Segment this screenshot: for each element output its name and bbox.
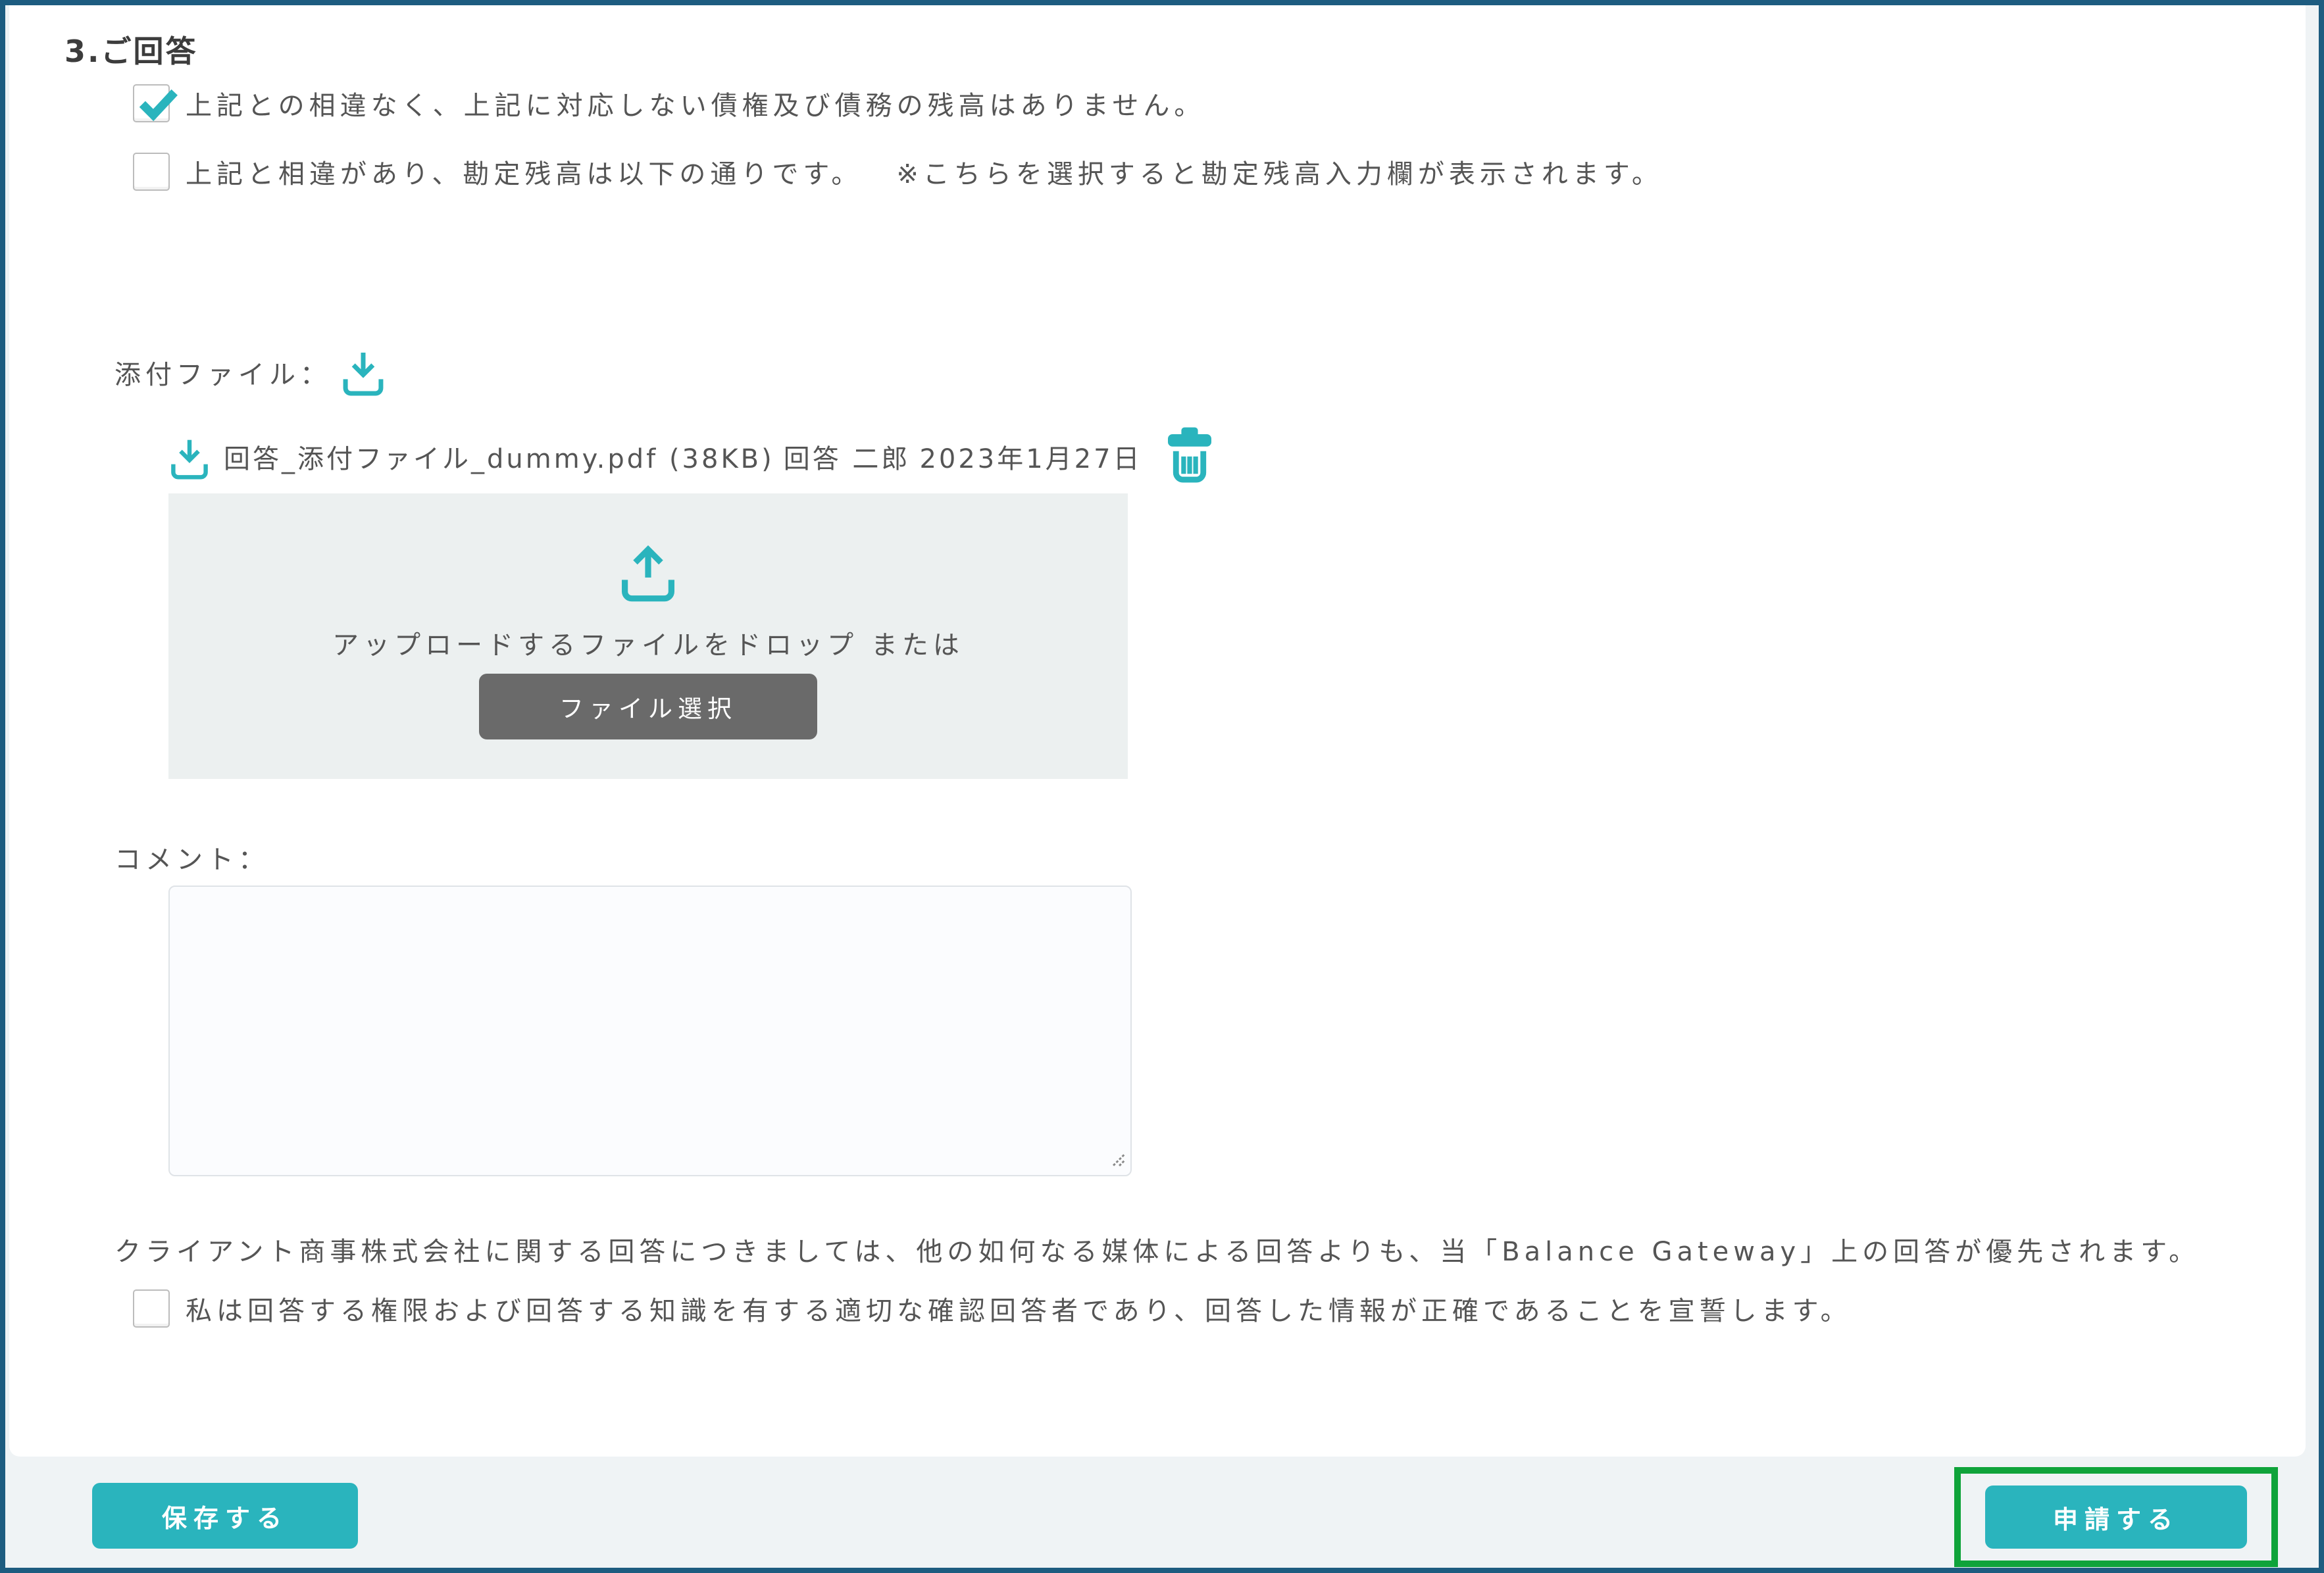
response-page: 3.ご回答 上記との相違なく、上記に対応しない債権及び債務の残高はありません。 … bbox=[0, 0, 2324, 1573]
checkmark-icon bbox=[137, 84, 178, 122]
download-all-icon[interactable] bbox=[340, 347, 386, 401]
file-select-button[interactable]: ファイル選択 bbox=[479, 674, 817, 739]
file-date: 2023年1月27日 bbox=[919, 444, 1142, 474]
file-size: (38KB) bbox=[669, 444, 774, 474]
option-label: 上記と相違があり、勘定残高は以下の通りです。 bbox=[186, 153, 862, 191]
save-button[interactable]: 保存する bbox=[92, 1483, 358, 1549]
oath-checkbox[interactable] bbox=[133, 1289, 170, 1328]
response-form-card: 3.ご回答 上記との相違なく、上記に対応しない債権及び債務の残高はありません。 … bbox=[9, 5, 2306, 1457]
file-uploader: 回答 二郎 bbox=[784, 444, 911, 474]
no-discrepancy-checkbox[interactable] bbox=[133, 84, 170, 122]
file-info: 回答_添付ファイル_dummy.pdf (38KB) 回答 二郎 2023年1月27… bbox=[224, 437, 1142, 476]
trash-icon[interactable] bbox=[1165, 426, 1215, 487]
option-label: 上記との相違なく、上記に対応しない債権及び債務の残高はありません。 bbox=[186, 84, 1205, 122]
resize-handle-icon[interactable] bbox=[1107, 1149, 1126, 1171]
discrepancy-checkbox[interactable] bbox=[133, 153, 170, 191]
comment-textarea[interactable] bbox=[168, 886, 1132, 1176]
dropzone-text: アップロードするファイルをドロップ または bbox=[168, 624, 1128, 662]
oath-row: 私は回答する権限および回答する知識を有する適切な確認回答者であり、回答した情報が… bbox=[133, 1289, 1852, 1328]
option-row-discrepancy: 上記と相違があり、勘定残高は以下の通りです。 ※こちらを選択すると勘定残高入力欄… bbox=[133, 153, 1663, 191]
section-title: 3.ご回答 bbox=[64, 28, 197, 71]
oath-label: 私は回答する権限および回答する知識を有する適切な確認回答者であり、回答した情報が… bbox=[186, 1289, 1852, 1328]
option-note: ※こちらを選択すると勘定残高入力欄が表示されます。 bbox=[896, 153, 1663, 191]
action-highlight-rectangle: 申請する bbox=[1954, 1467, 2278, 1567]
attachment-section: 添付ファイル： bbox=[114, 343, 386, 401]
file-download-icon[interactable] bbox=[168, 436, 211, 484]
comment-label: コメント： bbox=[114, 838, 269, 876]
file-name: 回答_添付ファイル_dummy.pdf bbox=[224, 444, 658, 474]
priority-disclaimer: クライアント商事株式会社に関する回答につきましては、他の如何なる媒体による回答よ… bbox=[114, 1230, 2200, 1268]
option-row-no-discrepancy: 上記との相違なく、上記に対応しない債権及び債務の残高はありません。 bbox=[133, 84, 1205, 122]
attached-file-row: 回答_添付ファイル_dummy.pdf (38KB) 回答 二郎 2023年1月27… bbox=[168, 426, 1215, 487]
comment-area-wrap bbox=[168, 886, 1132, 1176]
attachment-label: 添付ファイル： bbox=[114, 353, 331, 391]
file-dropzone[interactable]: アップロードするファイルをドロップ または ファイル選択 bbox=[168, 493, 1128, 779]
upload-icon bbox=[618, 537, 678, 609]
submit-button[interactable]: 申請する bbox=[1985, 1486, 2247, 1549]
